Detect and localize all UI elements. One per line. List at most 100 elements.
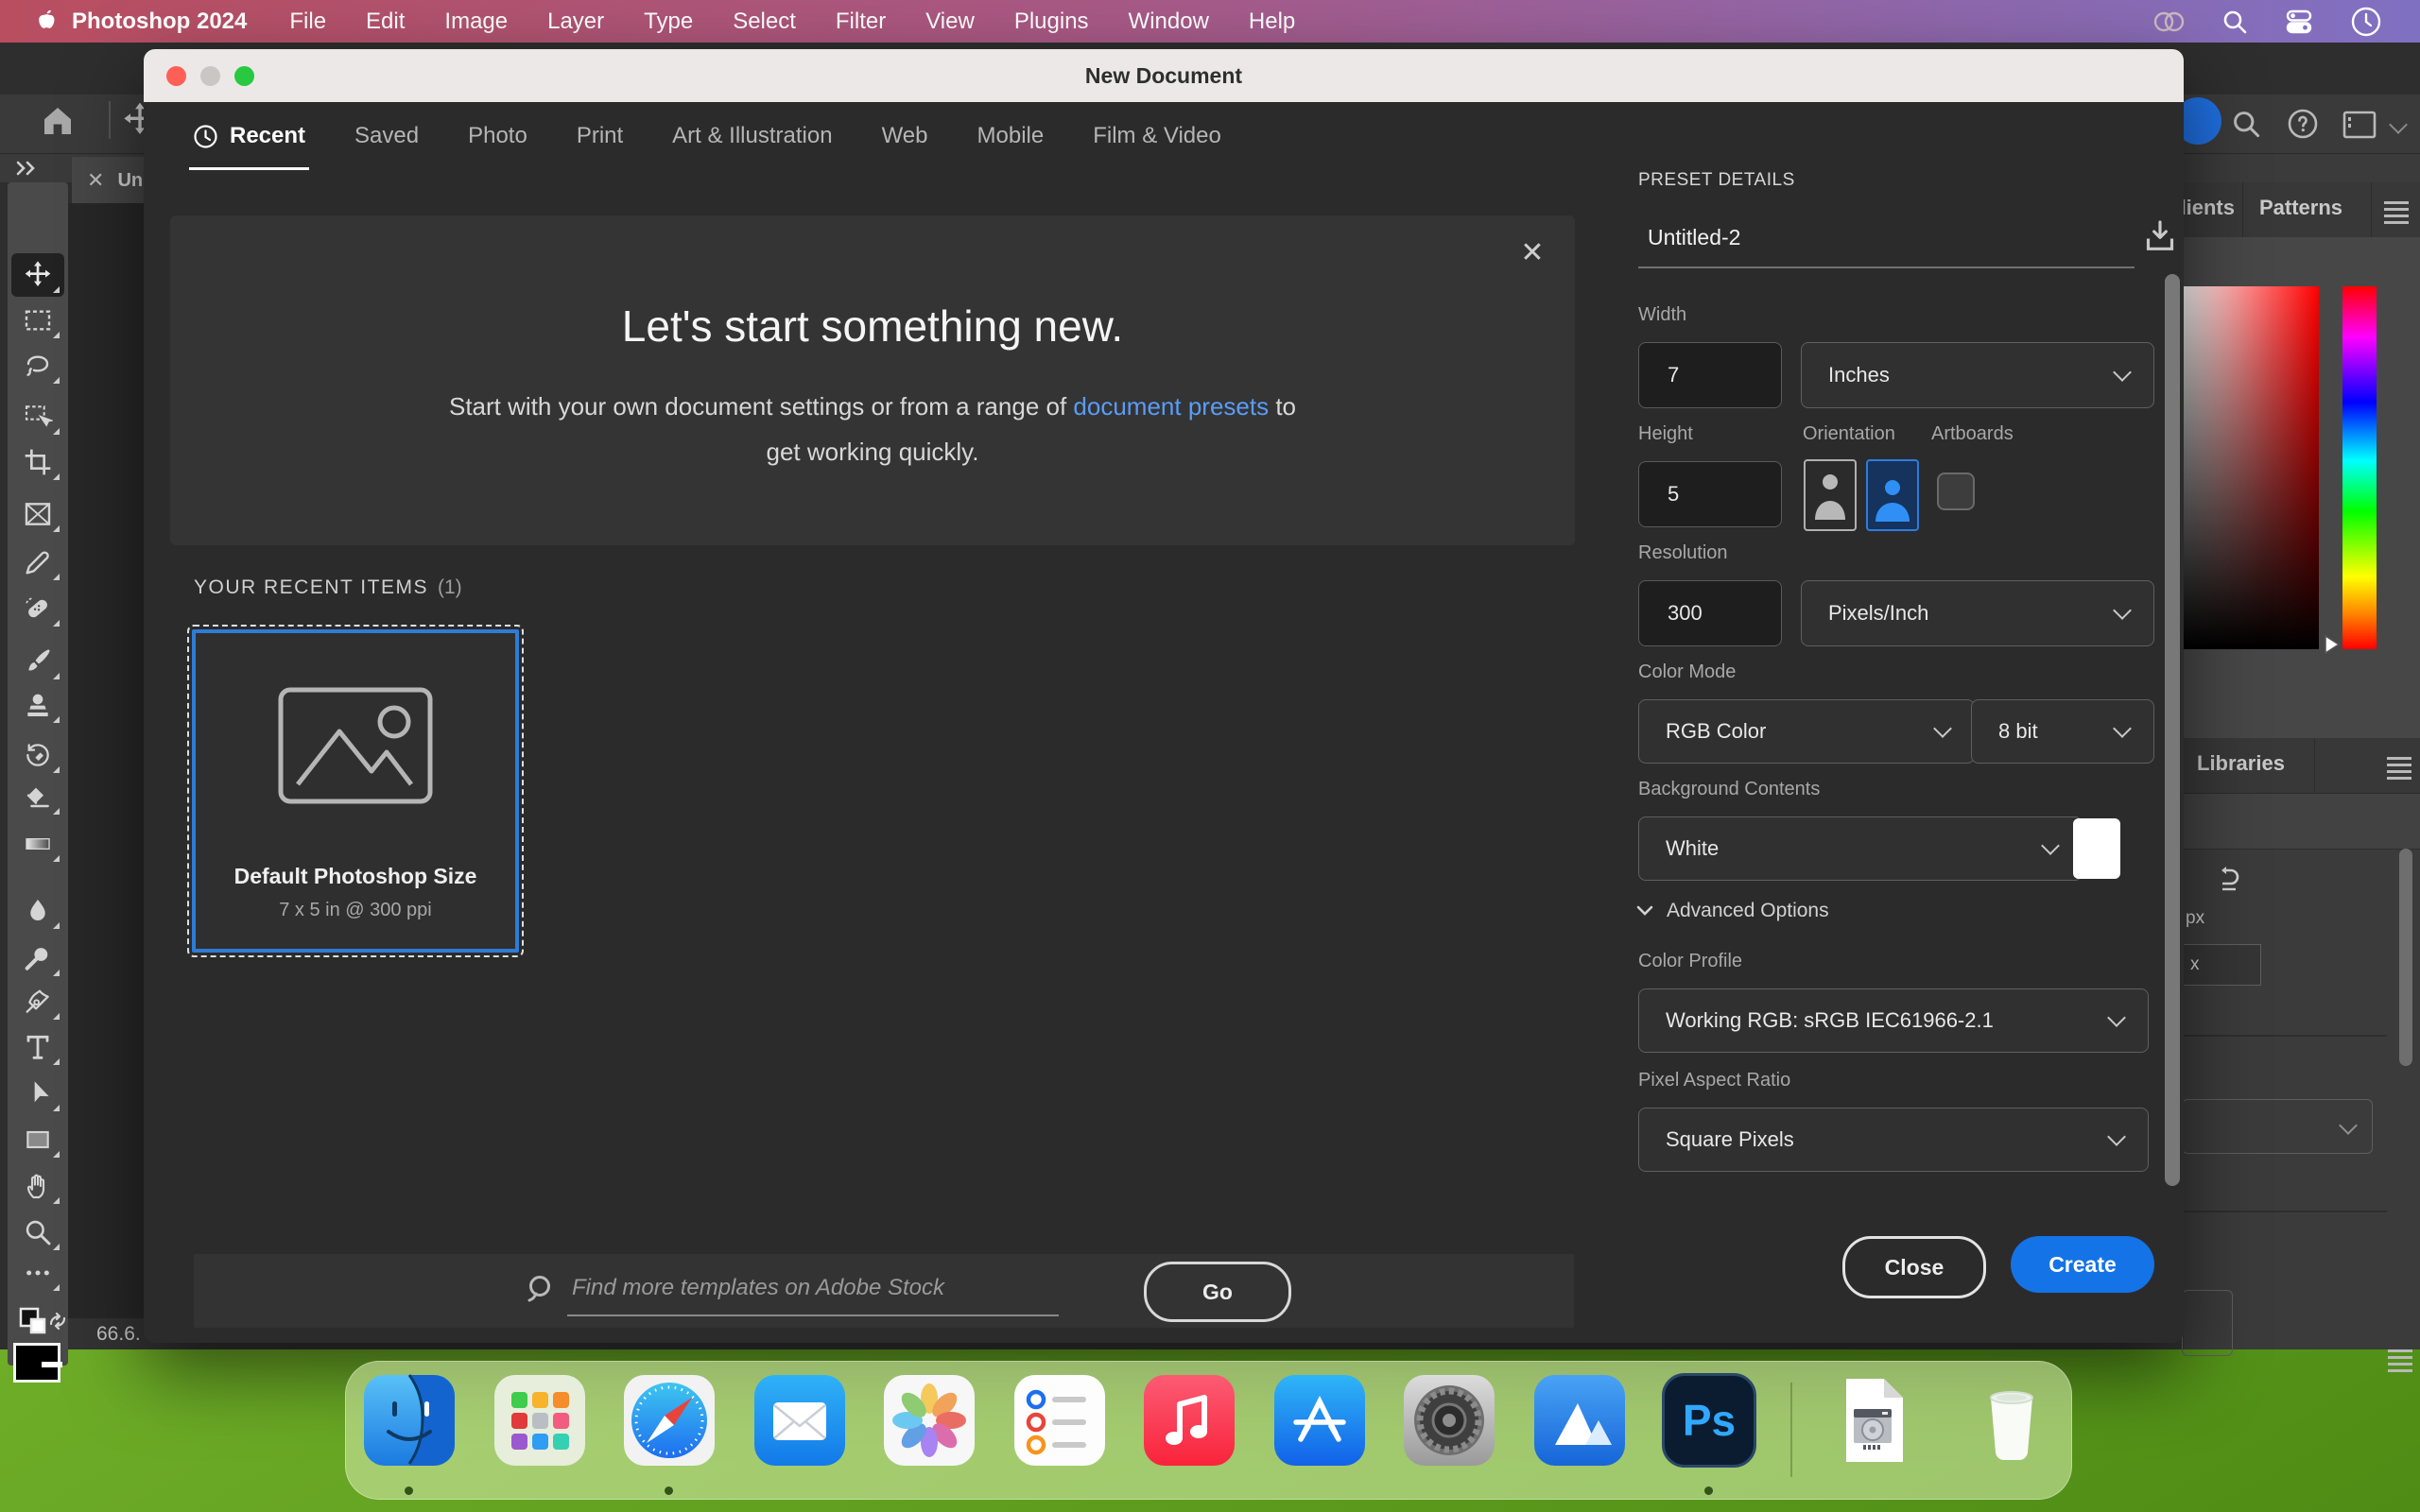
frame-tool[interactable]	[11, 492, 64, 536]
tab-libraries[interactable]: Libraries	[2197, 751, 2285, 776]
hand-tool[interactable]	[11, 1164, 64, 1208]
close-tab-icon[interactable]: ✕	[87, 168, 104, 193]
background-dropdown[interactable]: White	[1638, 816, 2083, 881]
menu-help[interactable]: Help	[1229, 9, 1315, 35]
toolbar-collapse-icon[interactable]	[13, 158, 42, 179]
width-unit-dropdown[interactable]: Inches	[1801, 342, 2154, 408]
panel-scrollbar[interactable]	[2399, 849, 2412, 1066]
dialog-scrollbar[interactable]	[2165, 274, 2180, 1186]
artboards-checkbox[interactable]	[1937, 472, 1975, 510]
tab-film-video[interactable]: Film & Video	[1093, 102, 1221, 170]
width-input[interactable]: 7	[1638, 342, 1782, 408]
menu-plugins[interactable]: Plugins	[994, 9, 1109, 35]
background-color-swatch[interactable]	[42, 1362, 62, 1367]
pen-tool[interactable]	[11, 980, 64, 1023]
photos-icon[interactable]	[882, 1373, 977, 1468]
hard-drive-document-icon[interactable]	[1825, 1373, 1920, 1468]
tab-print[interactable]: Print	[577, 102, 623, 170]
panel-menu-icon[interactable]	[2384, 208, 2409, 212]
go-button[interactable]: Go	[1144, 1262, 1291, 1322]
menu-select[interactable]: Select	[713, 9, 816, 35]
type-tool[interactable]	[11, 1025, 64, 1069]
edit-toolbar-icon[interactable]	[11, 1251, 64, 1295]
safari-icon[interactable]	[622, 1373, 717, 1468]
system-settings-icon[interactable]	[1402, 1373, 1496, 1468]
photoshop-dock-icon[interactable]: Ps	[1662, 1373, 1756, 1468]
pixel-aspect-ratio-dropdown[interactable]: Square Pixels	[1638, 1108, 2149, 1172]
color-field[interactable]	[2184, 286, 2319, 649]
eraser-tool[interactable]	[11, 775, 64, 818]
finder-icon[interactable]	[362, 1373, 457, 1468]
mail-icon[interactable]	[752, 1373, 847, 1468]
hue-slider-handle[interactable]	[2322, 632, 2342, 657]
document-name-input[interactable]: Untitled-2	[1648, 225, 1740, 250]
color-mode-dropdown[interactable]: RGB Color	[1638, 699, 1975, 764]
resolution-unit-dropdown[interactable]: Pixels/Inch	[1801, 580, 2154, 646]
menu-edit[interactable]: Edit	[346, 9, 424, 35]
tab-patterns[interactable]: Patterns	[2259, 196, 2342, 220]
tab-art-illustration[interactable]: Art & Illustration	[672, 102, 832, 170]
default-colors-icon[interactable]	[19, 1307, 47, 1335]
save-preset-icon[interactable]	[2141, 217, 2179, 255]
chevron-down-icon[interactable]	[2389, 115, 2408, 136]
workspace-switcher-icon[interactable]	[2342, 111, 2377, 139]
advanced-options-toggle[interactable]: Advanced Options	[1636, 900, 1829, 922]
color-profile-dropdown[interactable]: Working RGB: sRGB IEC61966-2.1	[1638, 988, 2149, 1053]
create-button[interactable]: Create	[2011, 1236, 2154, 1293]
libraries-menu-icon[interactable]	[2387, 764, 2411, 767]
mountain-peaks-app-icon[interactable]	[1532, 1373, 1627, 1468]
menu-file[interactable]: File	[269, 9, 346, 35]
orientation-portrait-button[interactable]	[1804, 459, 1857, 531]
app-store-icon[interactable]	[1272, 1373, 1367, 1468]
bottom-panel-menu-icon[interactable]	[2388, 1356, 2412, 1360]
panel-dropdown[interactable]	[2182, 1099, 2373, 1154]
menu-app-name[interactable]: Photoshop 2024	[59, 9, 269, 35]
panel-thumbnail[interactable]	[2182, 1290, 2233, 1356]
creative-cloud-icon[interactable]	[2152, 9, 2186, 35]
stock-search-input[interactable]: Find more templates on Adobe Stock	[572, 1275, 944, 1301]
dodge-tool[interactable]	[11, 936, 64, 980]
trash-icon[interactable]	[1964, 1373, 2059, 1468]
path-selection-tool[interactable]	[11, 1072, 64, 1115]
launchpad-icon[interactable]	[493, 1373, 587, 1468]
close-button[interactable]: Close	[1842, 1236, 1986, 1298]
hue-slider[interactable]	[2342, 286, 2377, 649]
tab-photo[interactable]: Photo	[468, 102, 527, 170]
height-input[interactable]: 5	[1638, 461, 1782, 527]
eyedropper-tool[interactable]	[11, 541, 64, 584]
menu-window[interactable]: Window	[1109, 9, 1229, 35]
document-presets-link[interactable]: document presets	[1073, 392, 1269, 421]
menu-filter[interactable]: Filter	[816, 9, 906, 35]
search-icon[interactable]	[2221, 9, 2248, 35]
swap-colors-icon[interactable]	[45, 1309, 70, 1333]
menu-view[interactable]: View	[906, 9, 994, 35]
background-color-swatch[interactable]	[2073, 818, 2120, 879]
control-center-icon[interactable]	[2284, 9, 2314, 35]
menu-type[interactable]: Type	[624, 9, 713, 35]
brush-tool[interactable]	[11, 640, 64, 683]
resolution-input[interactable]: 300	[1638, 580, 1782, 646]
clone-stamp-tool[interactable]	[11, 683, 64, 727]
object-selection-tool[interactable]	[11, 395, 64, 438]
lasso-tool[interactable]	[11, 344, 64, 387]
rectangular-marquee-tool[interactable]	[11, 299, 64, 342]
gradient-tool[interactable]	[11, 822, 64, 866]
hero-close-icon[interactable]: ✕	[1516, 236, 1548, 268]
move-tool[interactable]	[11, 253, 64, 297]
crop-tool[interactable]	[11, 440, 64, 484]
menu-image[interactable]: Image	[424, 9, 527, 35]
ps-search-icon[interactable]	[2231, 109, 2261, 139]
dialog-titlebar[interactable]: New Document	[144, 49, 2184, 102]
apple-logo-icon[interactable]	[0, 8, 59, 36]
music-icon[interactable]	[1142, 1373, 1236, 1468]
spot-healing-brush-tool[interactable]	[11, 587, 64, 630]
help-icon[interactable]	[2286, 107, 2320, 141]
tab-mobile[interactable]: Mobile	[977, 102, 1045, 170]
home-icon[interactable]	[38, 101, 78, 141]
bit-depth-dropdown[interactable]: 8 bit	[1971, 699, 2154, 764]
zoom-tool[interactable]	[11, 1211, 64, 1254]
reminders-icon[interactable]	[1012, 1373, 1107, 1468]
reset-icon[interactable]	[2215, 865, 2243, 895]
blur-tool[interactable]	[11, 889, 64, 933]
tab-saved[interactable]: Saved	[354, 102, 419, 170]
